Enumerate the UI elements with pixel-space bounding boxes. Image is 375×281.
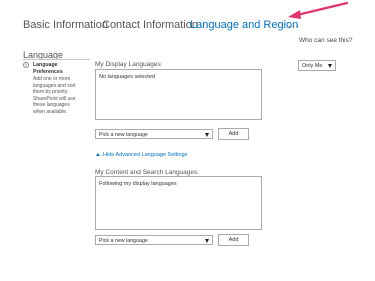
content-language-picker[interactable]: Pick a new language: [95, 235, 213, 245]
chevron-down-icon: [205, 132, 209, 137]
section-divider: [23, 59, 90, 60]
annotation-arrow-icon: [288, 1, 349, 19]
profile-tabs: Basic Information Contact Information La…: [23, 18, 313, 35]
info-icon: i: [23, 62, 29, 68]
content-languages-label: My Content and Search Languages:: [95, 169, 200, 176]
help-description: Add one or more languages and sort them …: [33, 76, 76, 115]
display-language-picker-value: Pick a new language: [99, 131, 148, 138]
hide-advanced-settings-label: Hide Advanced Language Settings: [103, 152, 188, 158]
content-language-picker-value: Pick a new language: [99, 237, 148, 244]
privacy-heading: Who can see this?: [299, 37, 353, 44]
chevron-down-icon: [205, 238, 209, 243]
display-languages-list[interactable]: No languages selected: [95, 69, 262, 120]
collapse-triangle-icon: [96, 153, 100, 157]
display-languages-value: No languages selected: [99, 74, 155, 80]
content-languages-value: Following my display languages: [99, 181, 177, 187]
chevron-down-icon: [328, 64, 332, 68]
display-language-picker[interactable]: Pick a new language: [95, 129, 213, 139]
add-content-language-button[interactable]: Add: [218, 234, 249, 246]
tab-basic-information[interactable]: Basic Information: [23, 19, 108, 31]
add-display-language-button[interactable]: Add: [218, 128, 249, 140]
help-heading: Language Preferences: [33, 62, 63, 75]
content-languages-list[interactable]: Following my display languages: [95, 176, 262, 230]
display-languages-label: My Display Languages:: [95, 61, 163, 68]
privacy-dropdown[interactable]: Only Me: [298, 60, 336, 71]
tab-contact-information[interactable]: Contact Information: [102, 19, 198, 31]
hide-advanced-settings-link[interactable]: Hide Advanced Language Settings: [96, 152, 187, 158]
privacy-dropdown-value: Only Me: [302, 63, 323, 69]
